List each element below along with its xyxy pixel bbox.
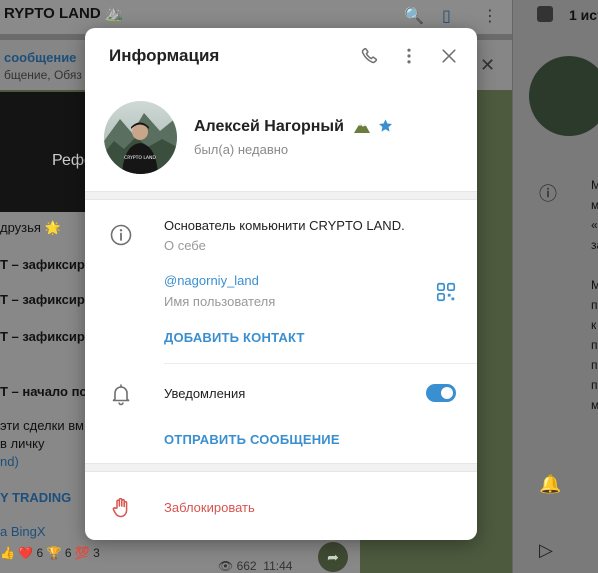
panel-icon (537, 6, 553, 22)
panel-letter: М (591, 278, 598, 292)
notifications-toggle[interactable] (426, 384, 456, 402)
panel-letter: к (591, 318, 597, 332)
pinned-text: бщение, Обяз (4, 68, 82, 82)
close-icon[interactable] (435, 42, 463, 70)
hand-block-icon (112, 497, 128, 518)
avatar[interactable]: CRYPTO LAND (104, 101, 177, 174)
more-vertical-icon[interactable] (395, 42, 423, 70)
panel-letter: п (591, 378, 598, 392)
send-message-button[interactable]: ОТПРАВИТЬ СООБЩЕНИЕ (164, 432, 340, 447)
profile-section: CRYPTO LAND Алексей Нагорный был(а) неда… (85, 84, 477, 192)
bio-caption: О себе (164, 238, 206, 253)
message-line: Т – зафиксиро (0, 257, 93, 272)
divider (164, 363, 477, 364)
premium-star-icon[interactable] (377, 118, 394, 134)
username-link[interactable]: @nagorniy_land (164, 273, 259, 288)
close-pinned-icon[interactable]: ✕ (480, 55, 495, 76)
section-divider (85, 191, 477, 200)
sidebar-toggle-icon[interactable]: ▯ (442, 6, 451, 26)
toggle-knob (439, 385, 455, 401)
bell-icon: 🔔 (539, 474, 562, 494)
username-caption: Имя пользователя (164, 294, 276, 309)
phone-icon[interactable] (355, 42, 383, 70)
dialog-header: Информация (85, 28, 477, 84)
message-meta: 👁 662 11:44 (218, 559, 293, 573)
message-line: эти сделки вм (0, 418, 84, 433)
panel-letter: за (591, 238, 598, 252)
views-count: 662 (236, 559, 257, 573)
bio-text: Основатель комьюнити CRYPTO LAND. (164, 218, 405, 233)
dialog-title: Информация (109, 46, 220, 65)
panel-letter: м (591, 198, 598, 212)
mountain-emoji-icon (354, 123, 370, 133)
add-contact-button[interactable]: ДОБАВИТЬ КОНТАКТ (164, 330, 305, 345)
panel-letter: п (591, 358, 598, 372)
message-line: друзья 🌟 (0, 220, 61, 235)
right-panel: 1 ист ⓘ 🔔 ▷ М м « за М п к п п п м (512, 0, 598, 573)
channel-avatar (529, 56, 598, 136)
panel-letter: п (591, 298, 598, 312)
block-user-button[interactable]: Заблокировать (164, 500, 255, 515)
play-icon: ▷ (539, 540, 553, 560)
right-panel-text: М м « за М п к п п п м (591, 175, 598, 415)
profile-name: Алексей Нагорный (194, 118, 344, 135)
chat-title: RYPTO LAND ⛰️ (4, 5, 124, 22)
qr-code-icon[interactable] (435, 281, 457, 303)
info-icon: ⓘ (539, 184, 557, 204)
profile-status: был(а) недавно (194, 142, 289, 157)
notifications-label: Уведомления (164, 386, 246, 401)
svg-text:CRYPTO LAND: CRYPTO LAND (124, 155, 156, 161)
search-icon[interactable]: 🔍 (404, 6, 424, 26)
bell-icon (112, 384, 130, 406)
pinned-title: сообщение (4, 50, 77, 65)
profile-badges (353, 118, 394, 134)
message-line: в личку (0, 436, 45, 451)
user-info-dialog: Информация CRYPTO LAND Алексей Нагорный … (85, 28, 477, 540)
panel-letter: М (591, 178, 598, 192)
right-panel-title: 1 ист (569, 7, 598, 23)
message-link[interactable]: Y TRADING (0, 490, 71, 505)
info-icon (110, 224, 132, 246)
share-icon[interactable]: ➦ (318, 542, 348, 572)
panel-letter: п (591, 338, 598, 352)
panel-letter: « (591, 218, 598, 232)
panel-letter (591, 255, 598, 275)
message-line: Т – начало пол (0, 384, 96, 399)
more-vertical-icon[interactable]: ⋮ (482, 6, 498, 26)
section-divider (85, 463, 477, 472)
message-reactions[interactable]: 👍 ❤️ 6 🏆 6 💯 3 (0, 546, 100, 560)
message-link[interactable]: a BingX (0, 524, 46, 539)
panel-letter: м (591, 398, 598, 412)
message-time: 11:44 (263, 559, 293, 573)
message-link[interactable]: nd) (0, 454, 19, 469)
